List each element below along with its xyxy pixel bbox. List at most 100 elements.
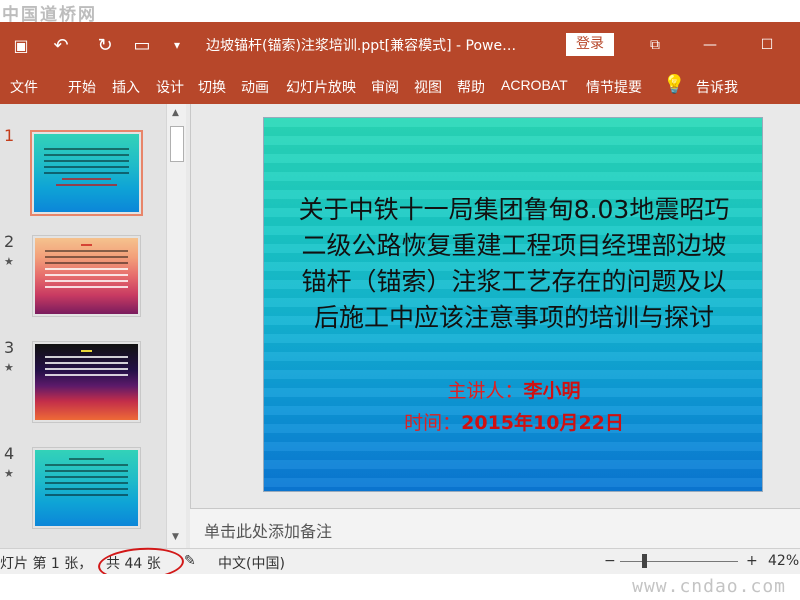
scrollbar-thumb[interactable] <box>170 126 184 162</box>
date-label: 时间： <box>404 412 462 434</box>
mini-line <box>45 482 128 484</box>
mini-line <box>45 488 128 490</box>
thumbnail-4-text-lines <box>45 458 128 500</box>
zoom-in-button[interactable]: + <box>746 553 758 569</box>
mini-line <box>45 262 128 264</box>
mini-line <box>44 148 129 150</box>
thumbnail-4-preview <box>35 450 138 526</box>
tab-file[interactable]: 文件 <box>10 77 38 97</box>
undo-icon[interactable]: ↶ <box>50 34 72 56</box>
minimize-icon[interactable]: — <box>695 33 725 57</box>
redo-icon[interactable]: ↻ <box>94 34 116 56</box>
window-title: 边坡锚杆(锚索)注浆培训.ppt[兼容模式] - Powe… <box>206 38 517 54</box>
thumbnail-3-preview <box>35 344 138 420</box>
tab-help[interactable]: 帮助 <box>457 77 485 97</box>
slide-date[interactable]: 时间：2015年10月22日 <box>264 408 764 435</box>
mini-line <box>45 274 128 276</box>
watermark-top-strip: 中国道桥网 <box>0 0 800 25</box>
slide-thumbnail-3[interactable] <box>32 341 141 423</box>
mini-line <box>45 368 128 370</box>
slide-canvas[interactable]: 关于中铁十一局集团鲁甸8.03地震昭巧二级公路恢复重建工程项目经理部边坡锚杆（锚… <box>263 117 763 492</box>
watermark-bottom-strip: www.cndao.com <box>0 574 800 600</box>
animation-star-icon: ★ <box>4 361 14 374</box>
mini-line <box>45 286 128 288</box>
mini-line <box>45 476 128 478</box>
slide-thumbnail-2[interactable] <box>32 235 141 317</box>
mini-line <box>45 470 128 472</box>
mini-line <box>45 464 128 466</box>
tab-home[interactable]: 开始 <box>68 77 96 97</box>
date-value: 2015年10月22日 <box>461 412 624 434</box>
slide-position: 幻灯片 第 1 张， <box>0 556 93 572</box>
thumbnail-number: 1 <box>4 126 15 145</box>
presenter-value: 李小明 <box>523 380 581 402</box>
animation-star-icon: ★ <box>4 467 14 480</box>
thumbnail-2-text-lines <box>45 244 128 292</box>
zoom-level[interactable]: 42% <box>768 553 799 569</box>
mini-line <box>45 494 128 496</box>
thumbnail-1-text-lines <box>44 148 129 190</box>
notes-placeholder: 单击此处添加备注 <box>204 522 333 541</box>
thumbnail-scrollbar[interactable]: ▲ ▼ <box>166 104 186 548</box>
ribbon-tabs: 文件 开始 插入 设计 切换 动画 幻灯片放映 审阅 视图 帮助 ACROBAT… <box>0 68 800 104</box>
tab-insert[interactable]: 插入 <box>112 77 140 97</box>
mini-line <box>44 154 129 156</box>
tell-me-search[interactable]: 告诉我 <box>696 77 738 97</box>
mini-line <box>45 356 128 358</box>
mini-line <box>45 374 128 376</box>
watermark-bottom-text: www.cndao.com <box>632 576 786 597</box>
notes-icon[interactable]: ✎ <box>184 553 196 569</box>
mini-line <box>62 178 111 180</box>
tab-acrobat[interactable]: ACROBAT <box>501 77 568 93</box>
language-indicator[interactable]: 中文(中国) <box>218 553 285 573</box>
thumbnail-3-text-lines <box>45 350 128 380</box>
thumbnail-number: 4 <box>4 444 15 463</box>
tab-animations[interactable]: 动画 <box>241 77 269 97</box>
login-button[interactable]: 登录 <box>566 33 614 56</box>
present-icon[interactable]: ▭ <box>131 34 153 56</box>
lightbulb-icon: 💡 <box>663 74 686 95</box>
mini-line <box>81 350 92 352</box>
scroll-down-icon[interactable]: ▼ <box>172 532 179 542</box>
mini-line <box>45 256 128 258</box>
mini-line <box>45 268 128 270</box>
mini-line <box>45 362 128 364</box>
zoom-out-button[interactable]: − <box>604 553 616 569</box>
maximize-icon[interactable]: ☐ <box>752 33 782 57</box>
tab-review[interactable]: 审阅 <box>371 77 399 97</box>
thumbnail-2-preview <box>35 238 138 314</box>
slide-thumbnail-1[interactable] <box>30 130 143 216</box>
thumbnail-number: 3 <box>4 338 15 357</box>
mini-line <box>56 184 117 186</box>
mini-line <box>44 166 129 168</box>
animation-star-icon: ★ <box>4 255 14 268</box>
scroll-up-icon[interactable]: ▲ <box>172 108 179 118</box>
zoom-slider[interactable] <box>620 561 738 562</box>
mini-line <box>44 172 129 174</box>
tab-view[interactable]: 视图 <box>414 77 442 97</box>
notes-pane[interactable]: 单击此处添加备注 <box>190 508 800 548</box>
mini-line <box>44 160 129 162</box>
tab-storyboarding[interactable]: 情节提要 <box>586 77 642 97</box>
tab-design[interactable]: 设计 <box>156 77 184 97</box>
tab-transitions[interactable]: 切换 <box>198 77 226 97</box>
customize-icon[interactable]: ▾ <box>166 34 188 56</box>
slide-title[interactable]: 关于中铁十一局集团鲁甸8.03地震昭巧二级公路恢复重建工程项目经理部边坡锚杆（锚… <box>294 192 734 336</box>
zoom-slider-knob[interactable] <box>642 554 647 568</box>
mini-line <box>45 250 128 252</box>
save-icon[interactable]: ▣ <box>10 34 32 56</box>
title-bar: ▣ ↶ ↻ ▭ ▾ 边坡锚杆(锚索)注浆培训.ppt[兼容模式] - Powe…… <box>0 22 800 68</box>
mini-line <box>69 458 104 460</box>
ribbon-display-options-icon[interactable]: ⧉ <box>640 33 670 57</box>
thumbnail-1-preview <box>34 134 139 212</box>
thumbnail-pane: 1 2 ★ 3 ★ 4 ★ <box>0 104 166 548</box>
presenter-label: 主讲人： <box>447 380 524 402</box>
mini-line <box>81 244 92 246</box>
thumbnail-number: 2 <box>4 232 15 251</box>
mini-line <box>45 280 128 282</box>
slide-thumbnail-4[interactable] <box>32 447 141 529</box>
tab-slideshow[interactable]: 幻灯片放映 <box>286 77 356 97</box>
main-area: 1 2 ★ 3 ★ 4 ★ ▲ ▼ 关于中铁十一局集团鲁甸8.03地震昭巧二级公… <box>0 104 800 548</box>
pane-divider <box>190 104 191 548</box>
slide-presenter[interactable]: 主讲人：李小明 <box>264 376 764 403</box>
